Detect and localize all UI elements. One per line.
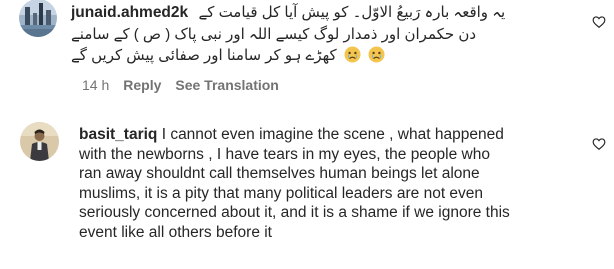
comment-item: basit_tariq I cannot even imagine the sc… <box>0 118 614 269</box>
comment-meta: 14 h Reply See Translation <box>82 77 279 93</box>
comment-username[interactable]: junaid.ahmed2k <box>71 4 188 21</box>
comment-text-line: seriously concerned about it, and it is … <box>79 204 510 222</box>
avatar[interactable] <box>19 0 57 37</box>
comment-timestamp: 14 h <box>82 77 110 93</box>
crying-face-icon <box>368 46 385 63</box>
comment-text-line: ran away shouldnt call themselves human … <box>79 165 480 183</box>
like-heart-icon[interactable] <box>592 15 606 29</box>
comment-text-line: muslims, it is a pity that many politica… <box>79 184 484 202</box>
comment-username[interactable]: basit_tariq <box>79 126 157 143</box>
crying-face-icon <box>344 46 361 63</box>
comment-header-line: basit_tariq I cannot even imagine the sc… <box>79 125 599 145</box>
comment-body: junaid.ahmed2k یہ واقعہ بارہ رَبیعُ الاو… <box>71 3 591 66</box>
comment-text-line: کھڑے ہو کر سامنا اور صفائی پیش کریں گے <box>71 47 337 65</box>
comment-text-line-with-emoji: کھڑے ہو کر سامنا اور صفائی پیش کریں گے <box>71 44 591 66</box>
comment-text-line: یہ واقعہ بارہ رَبیعُ الاوّل۔ کو پیش آیا … <box>198 4 506 21</box>
see-translation-button[interactable]: See Translation <box>175 77 278 93</box>
like-heart-icon[interactable] <box>592 137 606 151</box>
comment-text-line: event like all others before it <box>79 223 272 241</box>
reply-button[interactable]: Reply <box>123 77 161 93</box>
comment-header-line: junaid.ahmed2k یہ واقعہ بارہ رَبیعُ الاو… <box>71 3 591 23</box>
comment-text-line: دن حکمران اور ذمدار لوگ کیسے اللہ اور نب… <box>71 25 477 43</box>
avatar[interactable] <box>20 122 59 161</box>
comment-text-line: with the newborns , I have tears in my e… <box>79 145 490 163</box>
comment-item: junaid.ahmed2k یہ واقعہ بارہ رَبیعُ الاو… <box>0 0 614 100</box>
comment-body: basit_tariq I cannot even imagine the sc… <box>79 125 599 243</box>
comment-text-line: I cannot even imagine the scene , what h… <box>161 126 504 143</box>
